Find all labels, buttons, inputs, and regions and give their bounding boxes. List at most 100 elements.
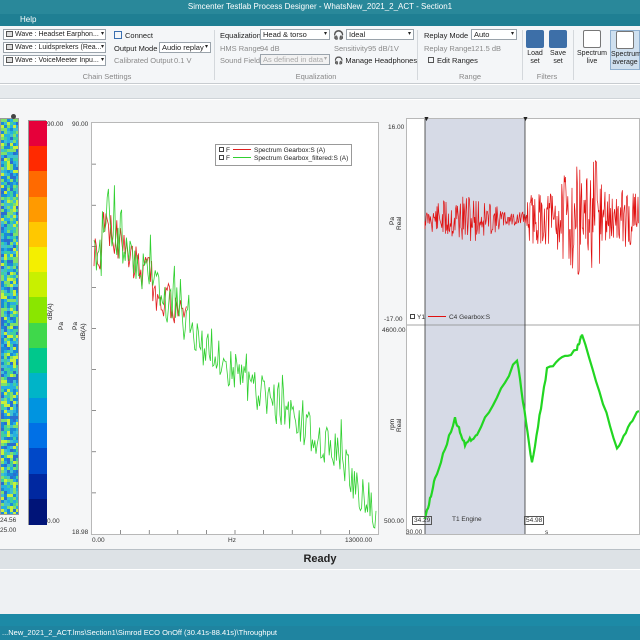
output-mode-select[interactable]: Audio replay ▾	[159, 42, 211, 53]
spectrum-plot[interactable]	[91, 122, 379, 535]
legend-checkbox[interactable]	[219, 147, 224, 152]
cursor-b-marker[interactable]: ▼	[522, 116, 529, 123]
color-scale-segment	[29, 297, 47, 323]
spectrogram-cell	[7, 287, 10, 290]
spectrogram-cell	[7, 146, 10, 149]
spectrogram-cell	[7, 185, 10, 188]
spectrogram-cell	[1, 194, 4, 197]
spectrogram-cell	[4, 164, 7, 167]
spectrogram-panel[interactable]	[0, 118, 19, 515]
cursor-b-value[interactable]: 54.98	[524, 516, 545, 525]
spectrogram-cell	[16, 392, 19, 395]
spectrogram-cell	[7, 317, 10, 320]
spectrum-average-button[interactable]: Spectrum average	[610, 30, 640, 70]
spectrogram-cell	[16, 278, 19, 281]
spectrogram-cell	[4, 323, 7, 326]
sound-field-label: Sound Field	[220, 56, 261, 65]
cursor-a-value[interactable]: 34.29	[412, 516, 433, 525]
spectrogram-cell	[7, 269, 10, 272]
spectrogram-cell	[10, 128, 13, 131]
spectrogram-cell	[4, 290, 7, 293]
legend-checkbox[interactable]	[219, 155, 224, 160]
spectrum-live-button[interactable]: Spectrum live	[576, 30, 608, 66]
spectrogram-cell	[1, 338, 4, 341]
save-set-button[interactable]: Save set	[547, 30, 569, 66]
replay-mode-select[interactable]: Auto ▾	[471, 29, 517, 40]
chain-row-3[interactable]: Wave : VoiceMeeter Inpu... ▾	[3, 55, 106, 66]
spectrogram-cell	[16, 314, 19, 317]
legend-checkbox[interactable]	[410, 314, 415, 319]
chevron-down-icon: ▾	[100, 44, 104, 50]
load-set-button[interactable]: Load set	[524, 30, 546, 66]
spectrogram-cell	[13, 491, 16, 494]
cursor-handle[interactable]	[11, 114, 16, 119]
spectrogram-cell	[16, 488, 19, 491]
spectrogram-cell	[10, 119, 13, 122]
calibrated-output-label: Calibrated Output	[114, 56, 173, 65]
spectrum-x-unit: Hz	[228, 537, 236, 544]
spectrogram-cell	[7, 266, 10, 269]
spectrogram-cell	[7, 503, 10, 506]
manage-headphones-button[interactable]: 🎧 Manage Headphones	[334, 56, 417, 65]
spectrogram-cell	[4, 185, 7, 188]
color-scale-segment	[29, 473, 47, 500]
status-bar	[0, 614, 640, 626]
sound-field-select[interactable]: As defined in data ▾	[260, 54, 330, 65]
spectrogram-cell	[13, 497, 16, 500]
spectrogram-cell	[16, 260, 19, 263]
spectrogram-cell	[7, 446, 10, 449]
spectrogram-cell	[7, 482, 10, 485]
spectrogram-cell	[1, 251, 4, 254]
replay-mode-label: Replay Mode	[424, 31, 469, 40]
spectrogram-cell	[7, 479, 10, 482]
spectrogram-cell	[16, 512, 19, 515]
spectrogram-cell	[13, 377, 16, 380]
filters-caption: Filters	[536, 72, 558, 81]
spectrogram-cell	[7, 407, 10, 410]
spectrogram-cell	[10, 209, 13, 212]
spectrogram-cell	[1, 404, 4, 407]
spectrogram-cell	[10, 227, 13, 230]
edit-ranges-button[interactable]: Edit Ranges	[428, 56, 478, 65]
spectrogram-cell	[7, 215, 10, 218]
spectrogram-cell	[10, 494, 13, 497]
spectrogram-cell	[10, 443, 13, 446]
menu-help[interactable]: Help	[20, 15, 36, 24]
spectrogram-cell	[4, 251, 7, 254]
spectrogram-cell	[13, 305, 16, 308]
chain-row-1[interactable]: Wave : Headset Earphon... ▾	[3, 29, 106, 40]
spectrogram-cell	[10, 329, 13, 332]
spectrogram-cell	[10, 368, 13, 371]
spectrogram-cell	[7, 203, 10, 206]
spectrogram-cell	[13, 200, 16, 203]
spectrogram-cell	[16, 356, 19, 359]
headphone-select[interactable]: Ideal ▾	[346, 29, 414, 40]
time-plot-panel[interactable]	[406, 118, 640, 535]
spectrogram-cell	[1, 395, 4, 398]
chain-row-2[interactable]: Wave : Luidsprekers (Rea... ▾	[3, 42, 106, 53]
spectrogram-cell	[13, 299, 16, 302]
spectrogram-cell	[16, 227, 19, 230]
spectrogram-cell	[4, 419, 7, 422]
spectrogram-cell	[7, 326, 10, 329]
spectrogram-cell	[16, 461, 19, 464]
connect-button[interactable]: Connect	[114, 31, 153, 40]
spectrogram-cell	[16, 218, 19, 221]
equalization-select[interactable]: Head & torso ▾	[260, 29, 330, 40]
cursor-a-marker[interactable]: ▼	[423, 116, 430, 123]
spectrogram-cell	[10, 446, 13, 449]
spectrogram-cell	[1, 512, 4, 515]
spectrogram-cell	[1, 383, 4, 386]
spectrogram-cell	[7, 176, 10, 179]
spectrogram-cell	[7, 359, 10, 362]
spectrogram-cell	[13, 344, 16, 347]
spectrogram-cell	[1, 353, 4, 356]
spectrogram-cell	[7, 197, 10, 200]
spectrogram-cell	[7, 392, 10, 395]
spectrogram-cell	[16, 449, 19, 452]
calibrated-output-value: 0.1 V	[174, 56, 192, 65]
spectrogram-cell	[7, 128, 10, 131]
spectrogram-cell	[13, 287, 16, 290]
spectrogram-cell	[10, 122, 13, 125]
spectrogram-cell	[7, 344, 10, 347]
